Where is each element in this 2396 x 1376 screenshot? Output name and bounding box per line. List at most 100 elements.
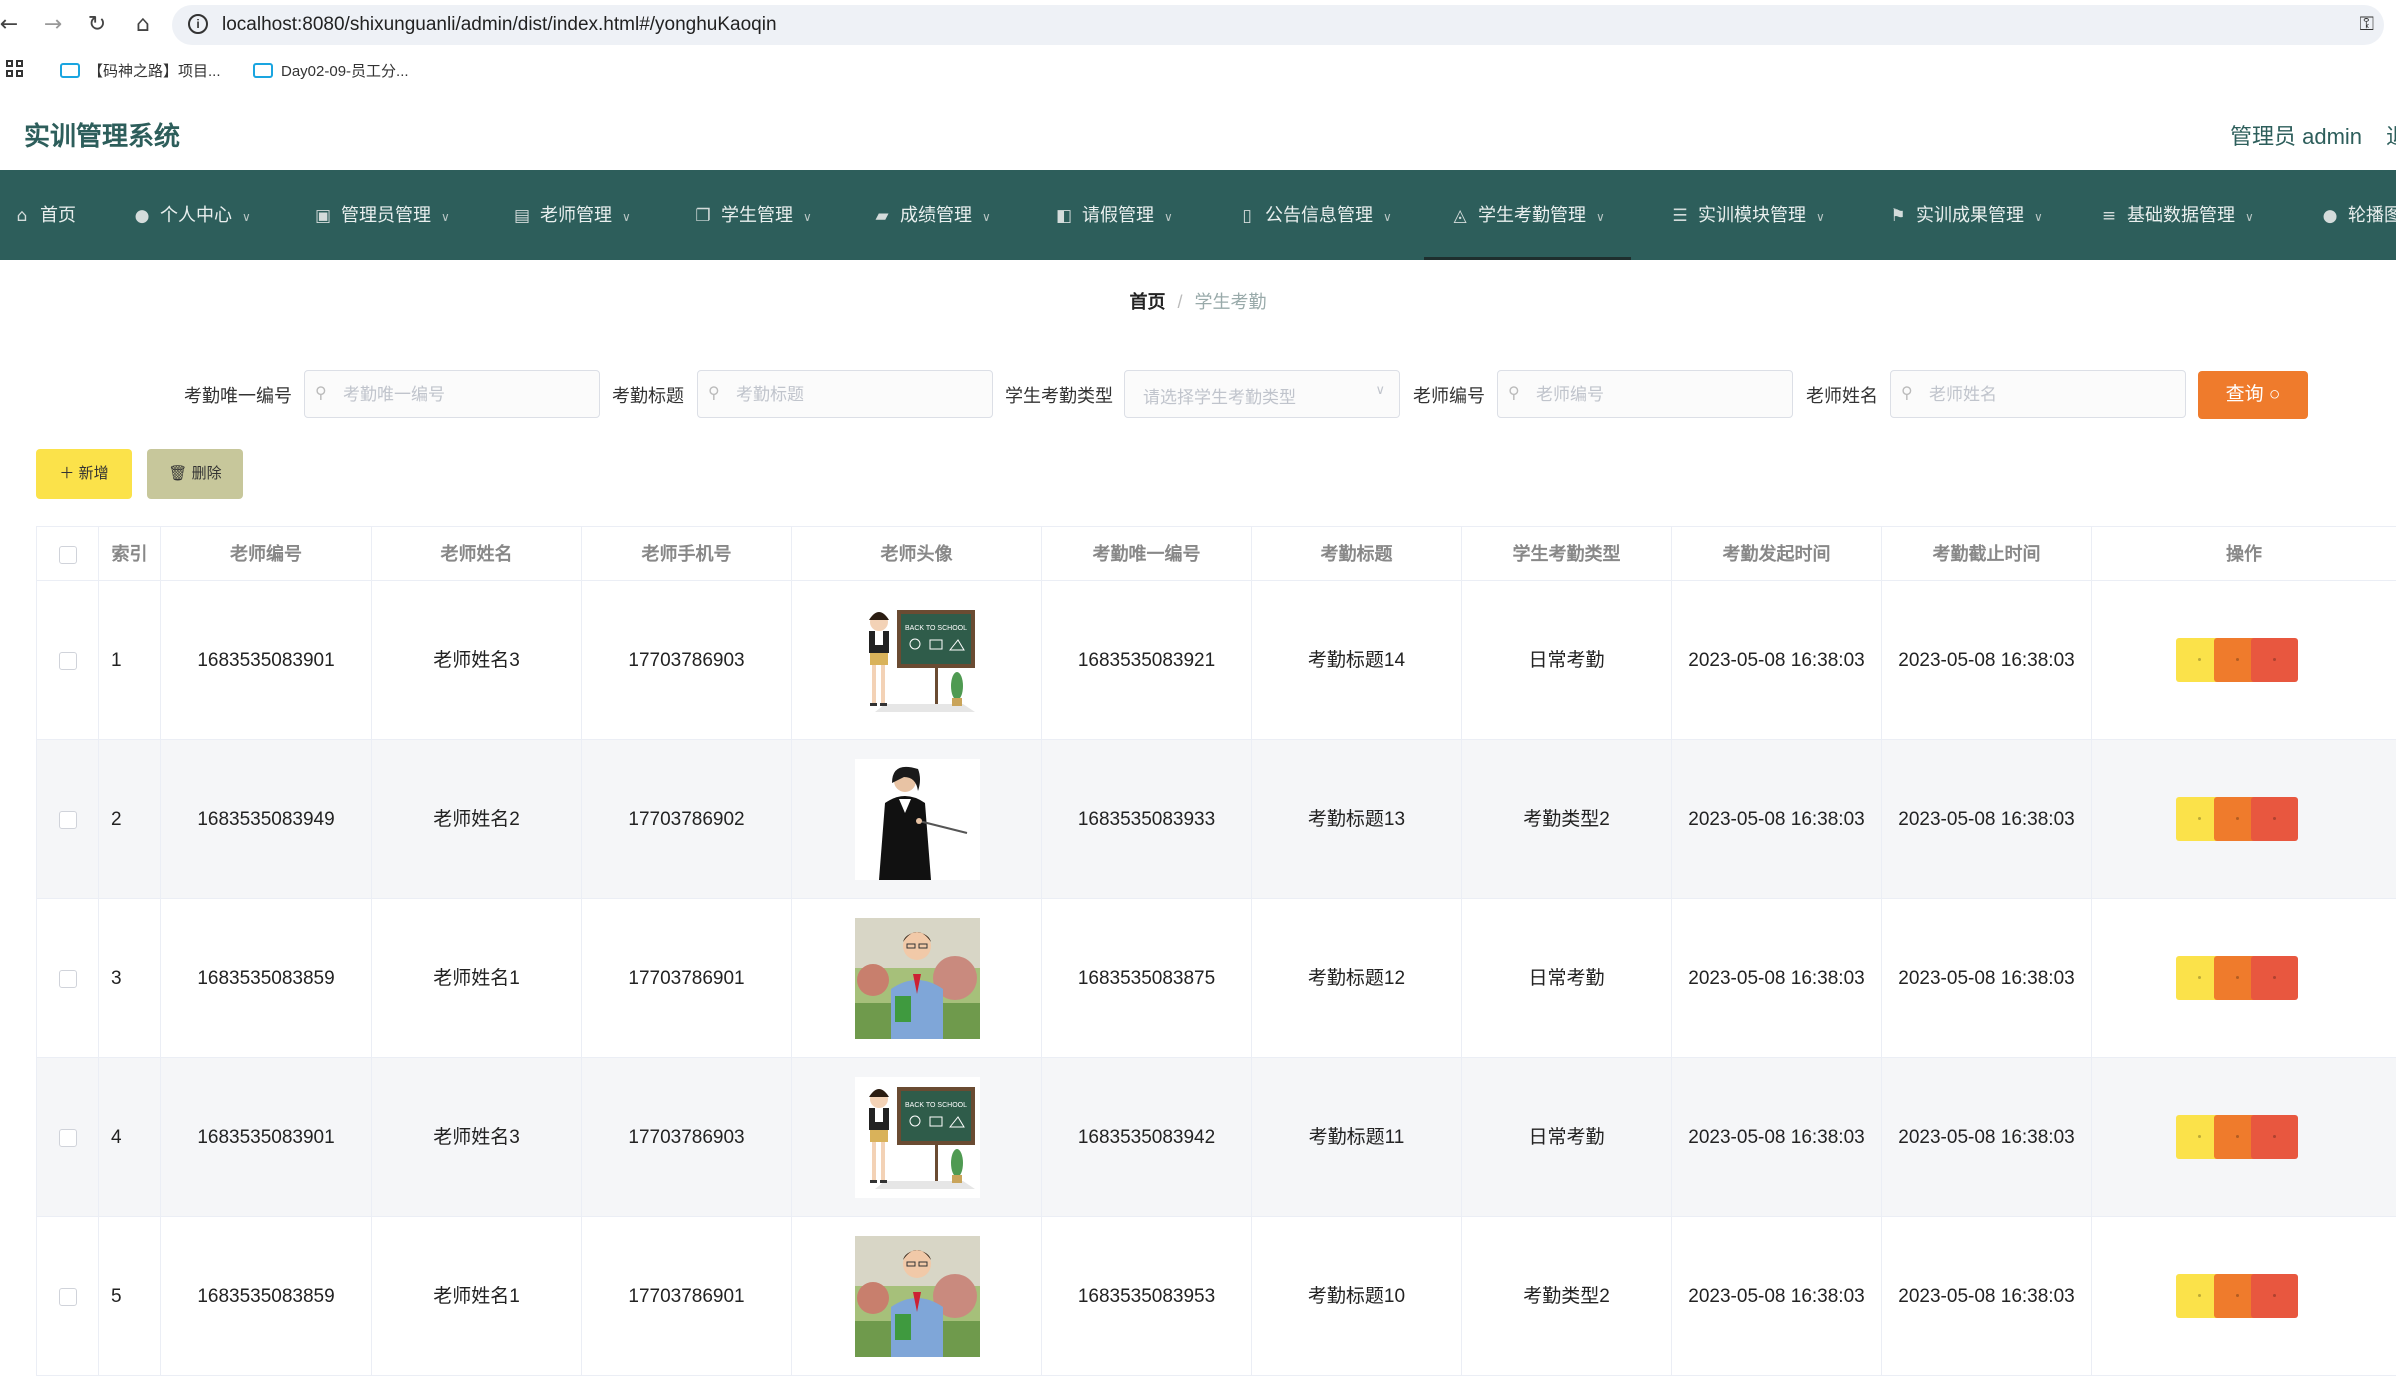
nav-item-label: 成绩管理 xyxy=(900,205,972,225)
nav-item[interactable]: ◧ 请假管理 ∨ xyxy=(1054,170,1173,260)
row-checkbox[interactable] xyxy=(58,969,77,988)
bookmark-item[interactable]: Day02-09-员工分... xyxy=(253,60,409,81)
row-delete-button[interactable] xyxy=(2251,1115,2298,1159)
svg-text:BACK TO SCHOOL: BACK TO SCHOOL xyxy=(905,1102,967,1109)
select-all-checkbox[interactable] xyxy=(58,546,77,565)
briefcase-icon: ▣ xyxy=(314,206,332,226)
table-row[interactable]: 1 1683535083901 老师姓名3 17703786903 BACK TO SC… xyxy=(36,581,2396,740)
row-checkbox[interactable] xyxy=(58,1287,77,1306)
nav-item-label: 学生管理 xyxy=(721,205,793,225)
nav-item[interactable]: ● 个人中心 ∨ xyxy=(132,170,251,260)
bilibili-icon xyxy=(60,62,80,78)
row-select-cell[interactable] xyxy=(37,1058,99,1217)
cell-teacher-no: 1683535083901 xyxy=(161,1058,372,1217)
operations-cell xyxy=(2092,1217,2396,1376)
teacher-name-field[interactable]: ⚲ xyxy=(1890,370,2186,418)
apps-grid-icon[interactable] xyxy=(6,60,26,80)
nav-item[interactable]: ▰ 成绩管理 ∨ xyxy=(872,170,990,260)
teacher-avatar: BACK TO SCHOOL xyxy=(854,1077,980,1198)
teacher-no-input[interactable] xyxy=(1534,381,1782,409)
kaoqin-title-field[interactable]: ⚲ xyxy=(697,370,993,418)
nav-item-label: 首页 xyxy=(40,205,76,225)
cell-end: 2023-05-08 16:38:03 xyxy=(1882,1217,2092,1376)
operations-cell xyxy=(2092,899,2396,1058)
nav-item[interactable]: ≡ 基础数据管理 ∨ xyxy=(2099,170,2254,260)
app-header: 实训管理系统 管理员 admin 退 xyxy=(0,96,2396,170)
main-nav: ⌂ 首页 ● 个人中心 ∨ ▣ 管理员管理 ∨ ▤ 老师管理 ∨ ❐ 学生管理 ∨ ▰ 成绩管理 ∨ ◧ 请假管理 ∨… xyxy=(0,170,2396,260)
query-button[interactable]: 查询 ○ xyxy=(2198,371,2308,419)
home-icon[interactable]: ⌂ xyxy=(128,10,158,40)
button-dot xyxy=(2273,1294,2276,1297)
cell-teacher-no: 1683535083901 xyxy=(161,581,372,740)
nav-item[interactable]: ☰ 实训模块管理 ∨ xyxy=(1670,170,1825,260)
row-delete-button[interactable] xyxy=(2251,797,2298,841)
add-button[interactable]: ＋ 新增 xyxy=(36,449,132,499)
table-row[interactable]: 3 1683535083859 老师姓名1 17703786901 1683535083… xyxy=(36,899,2396,1058)
column-header: 学生考勤类型 xyxy=(1462,527,1672,582)
row-select-cell[interactable] xyxy=(37,740,99,899)
nav-item[interactable]: ⚑ 实训成果管理 ∨ xyxy=(1888,170,2042,260)
cell-type: 日常考勤 xyxy=(1462,581,1672,740)
nav-item[interactable]: ● 轮播图 xyxy=(2320,170,2396,260)
password-key-icon[interactable]: ⚿ xyxy=(2360,14,2374,36)
table-row[interactable]: 4 1683535083901 老师姓名3 17703786903 BACK TO SC… xyxy=(36,1058,2396,1217)
table-row[interactable]: 5 1683535083859 老师姓名1 17703786901 1683535083… xyxy=(36,1217,2396,1376)
nav-item[interactable]: ⌂ 首页 xyxy=(12,170,76,260)
teacher-avatar: BACK TO SCHOOL xyxy=(854,600,980,721)
row-delete-button[interactable] xyxy=(2251,1274,2298,1318)
select-all-cell[interactable] xyxy=(37,527,99,582)
row-select-cell[interactable] xyxy=(37,581,99,740)
breadcrumb: 首页 / 学生考勤 xyxy=(0,288,2396,314)
flag-icon: ⚑ xyxy=(1890,206,1906,226)
row-checkbox[interactable] xyxy=(58,651,77,670)
back-icon[interactable]: ← xyxy=(0,10,24,40)
nav-item[interactable]: ▤ 老师管理 ∨ xyxy=(512,170,631,260)
breadcrumb-home[interactable]: 首页 xyxy=(1129,292,1165,312)
logout-link[interactable]: 退 xyxy=(2386,119,2396,151)
cell-end: 2023-05-08 16:38:03 xyxy=(1882,740,2092,899)
list-icon: ☰ xyxy=(1672,206,1688,226)
kaoqin-type-select[interactable]: 请选择学生考勤类型 ∨ xyxy=(1124,370,1400,418)
row-checkbox[interactable] xyxy=(58,810,77,829)
bookmark-item[interactable]: 【码神之路】项目... xyxy=(60,60,221,81)
breadcrumb-current: 学生考勤 xyxy=(1194,292,1267,312)
avatar-cell xyxy=(792,740,1042,899)
forward-icon[interactable]: → xyxy=(38,10,68,40)
button-dot xyxy=(2236,1294,2239,1297)
nav-item[interactable]: ❐ 学生管理 ∨ xyxy=(693,170,811,260)
cell-phone: 17703786903 xyxy=(582,581,792,740)
row-select-cell[interactable] xyxy=(37,899,99,1058)
row-delete-button[interactable] xyxy=(2251,638,2298,682)
teacher-avatar xyxy=(854,918,980,1039)
teacher-name-label: 老师姓名 xyxy=(1806,386,1878,406)
table-row[interactable]: 2 1683535083949 老师姓名2 17703786902 1683535083… xyxy=(36,740,2396,899)
cell-teacher-name: 老师姓名1 xyxy=(372,899,582,1058)
chevron-down-icon: ∨ xyxy=(1816,210,1825,224)
nav-item[interactable]: ◬ 学生考勤管理 ∨ xyxy=(1424,170,1631,260)
nav-item[interactable]: ▯ 公告信息管理 ∨ xyxy=(1237,170,1391,260)
user-icon: ● xyxy=(134,206,150,226)
delete-button[interactable]: 🗑 删除 xyxy=(147,449,243,499)
site-info-icon[interactable]: i xyxy=(188,14,208,34)
chevron-down-icon: ∨ xyxy=(1164,210,1173,224)
sliders-icon: ≡ xyxy=(2101,206,2117,226)
kaoqin-no-field[interactable]: ⚲ xyxy=(304,370,600,418)
kaoqin-no-input[interactable] xyxy=(341,381,589,409)
chevron-down-icon: ∨ xyxy=(1375,383,1385,398)
teacher-no-field[interactable]: ⚲ xyxy=(1497,370,1793,418)
kaoqin-title-input[interactable] xyxy=(734,381,982,409)
nav-item[interactable]: ▣ 管理员管理 ∨ xyxy=(313,170,450,260)
clipboard-icon: ▤ xyxy=(513,206,531,226)
cell-kaoqin-no: 1683535083875 xyxy=(1042,899,1252,1058)
teacher-name-input[interactable] xyxy=(1927,381,2175,409)
cell-title: 考勤标题10 xyxy=(1252,1217,1462,1376)
reload-icon[interactable]: ↻ xyxy=(82,10,112,40)
row-delete-button[interactable] xyxy=(2251,956,2298,1000)
row-select-cell[interactable] xyxy=(37,1217,99,1376)
url-text[interactable]: localhost:8080/shixunguanli/admin/dist/i… xyxy=(222,14,777,36)
row-checkbox[interactable] xyxy=(58,1128,77,1147)
current-user[interactable]: 管理员 admin xyxy=(2230,119,2362,151)
cell-start: 2023-05-08 16:38:03 xyxy=(1672,899,1882,1058)
url-bar[interactable]: i localhost:8080/shixunguanli/admin/dist… xyxy=(172,5,2384,45)
cell-end: 2023-05-08 16:38:03 xyxy=(1882,581,2092,740)
